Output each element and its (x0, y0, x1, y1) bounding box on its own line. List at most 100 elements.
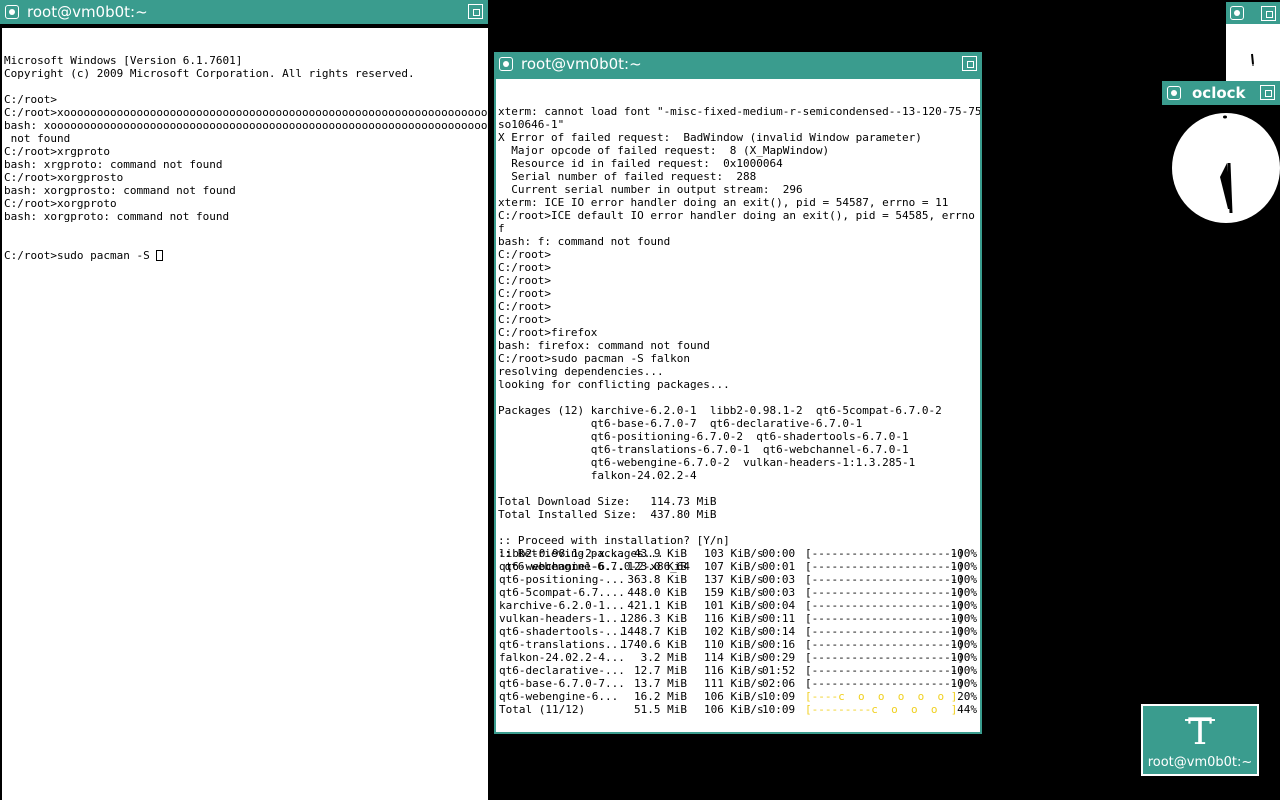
download-time: 00:00 (762, 547, 796, 560)
download-size: 16.2 MiB (634, 690, 687, 703)
download-time: 10:09 (762, 703, 796, 716)
zoom-icon[interactable] (1261, 6, 1276, 21)
download-bar: [----------------------] (805, 664, 964, 677)
download-bar: [----------------------] (805, 638, 964, 651)
terminal-line: bash: xooooooooooooooooooooooooooooooooo… (4, 119, 488, 132)
download-speed: 110 KiB/s (704, 638, 764, 651)
terminal-line: C:/root> (498, 248, 551, 261)
terminal-line: Copyright (c) 2009 Microsoft Corporation… (4, 67, 415, 80)
download-size: 51.5 MiB (634, 703, 687, 716)
download-time: 01:52 (762, 664, 796, 677)
download-name: qt6-declarative-... (499, 664, 625, 677)
prompt-line[interactable]: C:/root>sudo pacman -S (4, 249, 488, 262)
small-clock-window[interactable] (1226, 2, 1280, 82)
terminal-line: Major opcode of failed request: 8 (X_Map… (498, 144, 830, 157)
window-menu-icon[interactable] (1167, 86, 1181, 100)
zoom-icon[interactable] (468, 4, 483, 19)
download-percent: 100% (950, 599, 978, 612)
terminal-line: so10646-1" (498, 118, 565, 131)
download-percent: 20% (957, 690, 977, 703)
download-speed: 159 KiB/s (704, 586, 764, 599)
download-time: 00:29 (762, 651, 796, 664)
terminal-line: bash: f: command not found (498, 235, 671, 248)
download-time: 00:11 (762, 612, 796, 625)
terminal-line: C:/root>xorgproto (4, 197, 117, 210)
terminal-line: bash: xorgproto: command not found (4, 210, 230, 223)
download-row: libb2-0.98.1-2-x... 43.9 KiB 103 KiB/s 00:0… (499, 547, 979, 560)
download-name: qt6-shadertools-... (499, 625, 625, 638)
terminal-line: looking for conflicting packages... (498, 378, 730, 391)
download-size: 3.2 MiB (640, 651, 687, 664)
download-name: vulkan-headers-1... (499, 612, 625, 625)
download-percent: 100% (950, 651, 978, 664)
zoom-icon[interactable] (1260, 85, 1275, 100)
terminal-line: C:/root>ICE default IO error handler doi… (498, 209, 980, 222)
download-speed: 137 KiB/s (704, 573, 764, 586)
download-speed: 116 KiB/s (704, 612, 764, 625)
oclock-titlebar[interactable]: oclock (1162, 81, 1280, 105)
terminal-line: Microsoft Windows [Version 6.1.7601] (4, 54, 243, 67)
center-terminal-text[interactable]: xterm: cannot load font "-misc-fixed-med… (496, 79, 980, 732)
download-size: 13.7 MiB (634, 677, 687, 690)
oclock-window[interactable]: oclock (1162, 81, 1280, 225)
download-row: qt6-webchannel-6... 123.0 KiB 107 KiB/s 00:… (499, 560, 979, 573)
download-bar: [----------------------] (805, 547, 964, 560)
download-bar: [----------------------] (805, 677, 964, 690)
download-row: qt6-positioning-... 363.8 KiB 137 KiB/s 00:… (499, 573, 979, 586)
terminal-line: qt6-positioning-6.7.0-2 qt6-shadertools-… (498, 430, 909, 443)
download-time: 00:01 (762, 560, 796, 573)
terminal-line: bash: xrgproto: command not found (4, 158, 223, 171)
left-terminal-window[interactable]: root@vm0b0t:~ Microsoft Windows [Version… (0, 0, 488, 800)
terminal-line: resolving dependencies... (498, 365, 664, 378)
window-menu-icon[interactable] (5, 5, 19, 19)
download-bar: [----------------------] (805, 651, 964, 664)
iconified-terminal[interactable]: T root@vm0b0t:~ (1141, 704, 1259, 776)
left-terminal-text[interactable]: Microsoft Windows [Version 6.1.7601] Copy… (2, 28, 488, 800)
download-time: 00:16 (762, 638, 796, 651)
download-bar: [----------------------] (805, 612, 964, 625)
download-time: 00:04 (762, 599, 796, 612)
download-time: 00:03 (762, 573, 796, 586)
clock-icon (1251, 53, 1254, 66)
window-title: root@vm0b0t:~ (521, 55, 642, 73)
clock-jewel (1223, 115, 1227, 119)
terminal-line: Total Download Size: 114.73 MiB (498, 495, 717, 508)
download-percent: 100% (950, 586, 978, 599)
download-percent: 100% (950, 547, 978, 560)
download-speed: 107 KiB/s (704, 560, 764, 573)
terminal-line: f (498, 222, 505, 235)
download-size: 123.0 KiB (627, 560, 687, 573)
center-terminal-window[interactable]: root@vm0b0t:~ xterm: cannot load font "-… (494, 52, 982, 734)
terminal-line: C:/root> (4, 93, 57, 106)
download-time: 00:03 (762, 586, 796, 599)
left-terminal-titlebar[interactable]: root@vm0b0t:~ (0, 0, 488, 24)
xterm-icon: T (1185, 712, 1215, 752)
download-name: qt6-positioning-... (499, 573, 625, 586)
download-percent: 100% (950, 625, 978, 638)
minute-hand (1227, 162, 1233, 214)
download-percent: 100% (950, 677, 978, 690)
window-menu-icon[interactable] (499, 57, 513, 71)
download-row: karchive-6.2.0-1... 421.1 KiB 101 KiB/s 00:… (499, 599, 979, 612)
terminal-line: C:/root>firefox (498, 326, 598, 339)
download-percent: 100% (950, 560, 978, 573)
window-menu-icon[interactable] (1230, 6, 1244, 20)
center-terminal-titlebar[interactable]: root@vm0b0t:~ (494, 52, 982, 76)
terminal-line: C:/root> (498, 274, 551, 287)
download-row: qt6-base-6.7.0-7... 13.7 MiB 111 KiB/s 02:0… (499, 677, 979, 690)
small-clock-titlebar[interactable] (1226, 2, 1280, 24)
zoom-icon[interactable] (962, 56, 977, 71)
download-name: qt6-translations... (499, 638, 625, 651)
download-size: 363.8 KiB (627, 573, 687, 586)
download-bar: [---------c o o o ] (805, 703, 958, 716)
clock-face (1172, 113, 1280, 223)
download-speed: 103 KiB/s (704, 547, 764, 560)
download-bar: [----------------------] (805, 573, 964, 586)
terminal-line: Resource id in failed request: 0x1000064 (498, 157, 783, 170)
terminal-line: Current serial number in output stream: … (498, 183, 803, 196)
download-size: 12.7 MiB (634, 664, 687, 677)
download-size: 1740.6 KiB (620, 638, 687, 651)
download-size: 448.0 KiB (627, 586, 687, 599)
